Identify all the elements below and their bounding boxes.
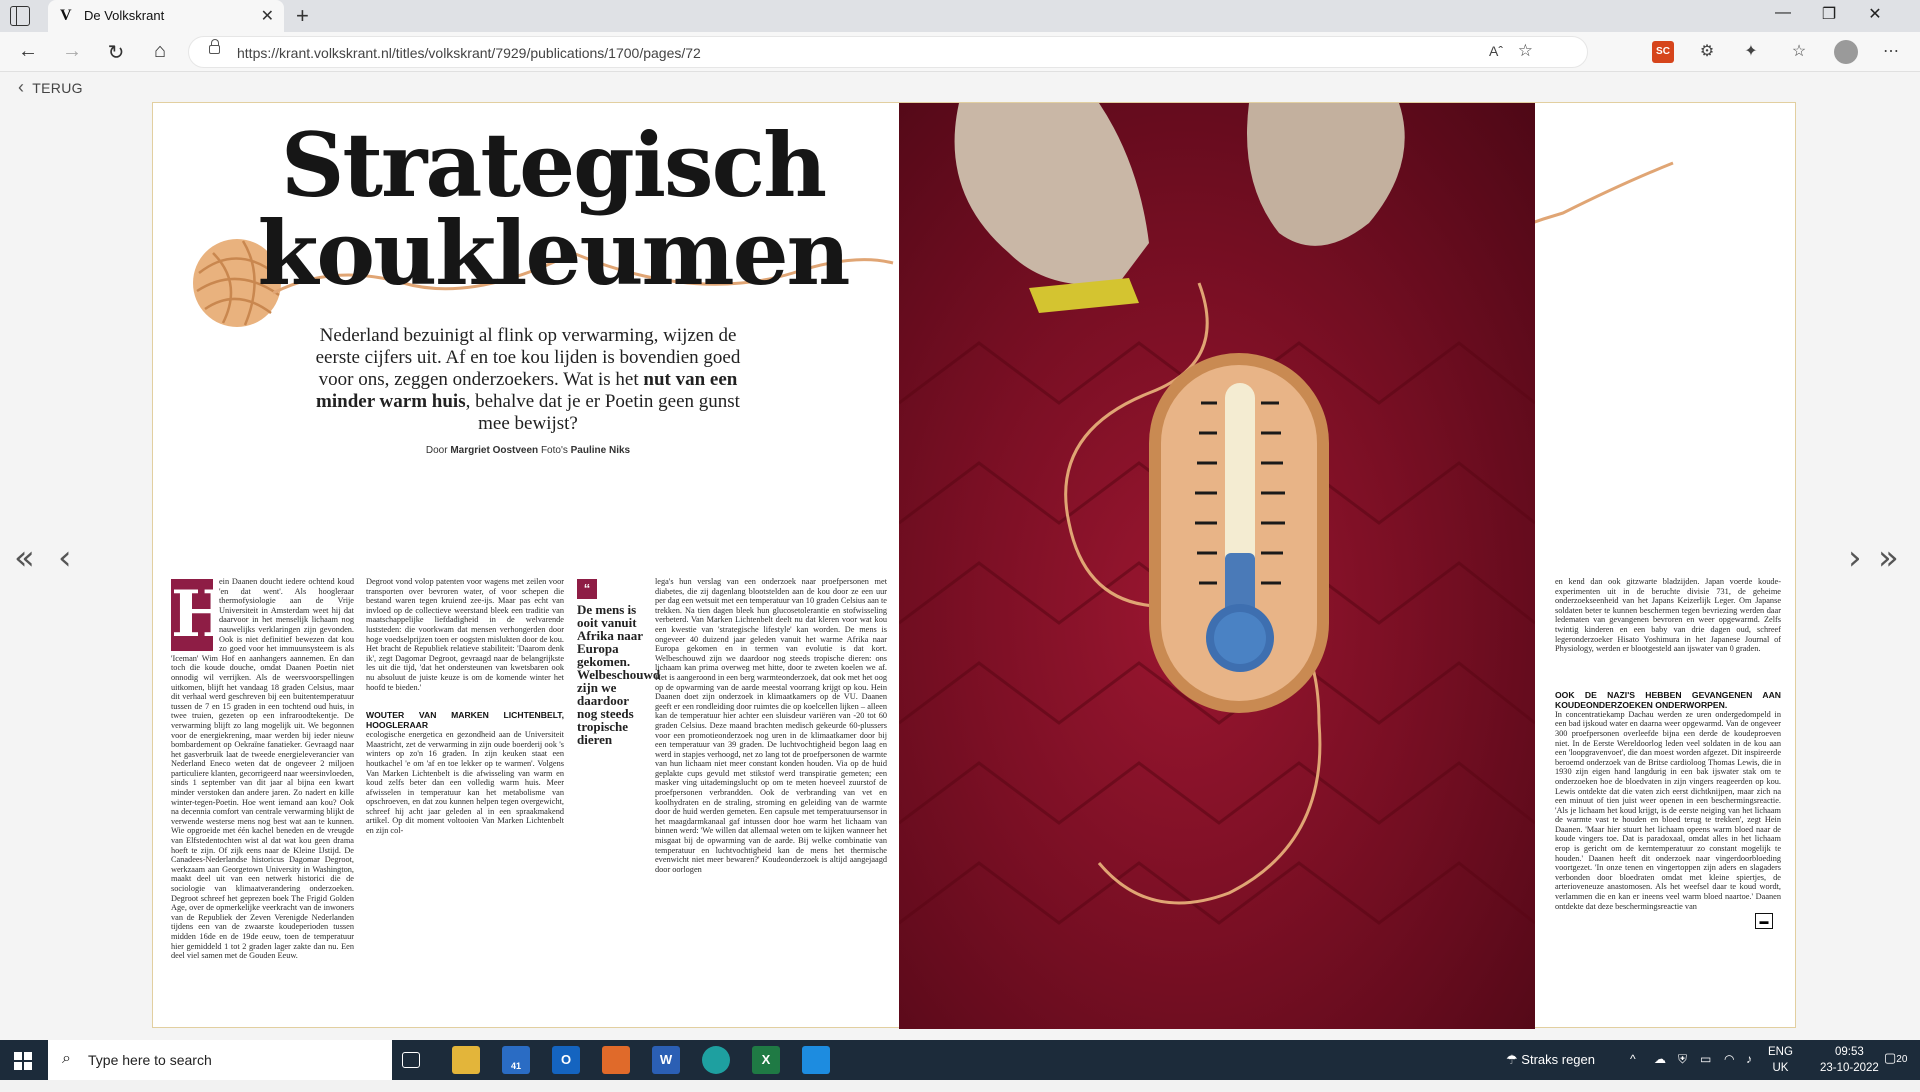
volume-icon[interactable]: ♪ xyxy=(1746,1052,1752,1092)
volkskrant-favicon-icon: V xyxy=(60,7,72,24)
security-icon[interactable]: ⛨ xyxy=(1678,1052,1687,1092)
photographer-name: Pauline Niks xyxy=(570,445,631,456)
tab-title: De Volkskrant xyxy=(84,8,165,23)
favorite-star-icon[interactable]: ☆ xyxy=(1518,41,1533,61)
search-icon: ⌕ xyxy=(62,1050,71,1067)
excel-icon[interactable]: X xyxy=(752,1046,780,1074)
taskbar-search[interactable]: ⌕ Type here to search xyxy=(48,1040,392,1080)
article-column-2: Degroot vond volop patenten voor wagens … xyxy=(366,577,564,1019)
back-arrow-icon[interactable]: ← xyxy=(14,40,42,63)
photo-prefix: Foto's xyxy=(540,445,568,456)
collections-icon[interactable]: ☆ xyxy=(1788,41,1810,63)
edge-icon[interactable] xyxy=(702,1046,730,1074)
first-page-button[interactable]: « xyxy=(14,538,35,578)
taskbar-clock[interactable]: 09:53 23-10-2022 xyxy=(1820,1044,1879,1076)
browser-toolbar: ← → ↻ ⌂ https://krant.volkskrant.nl/titl… xyxy=(0,32,1920,72)
close-window-button[interactable]: ✕ xyxy=(1852,4,1898,24)
mail-badge: 41 xyxy=(510,1061,521,1071)
back-label: TERUG xyxy=(32,80,83,96)
refresh-icon[interactable]: ↻ xyxy=(102,40,130,65)
weather-widget[interactable]: ☂ Straks regen xyxy=(1506,1052,1595,1092)
article-column-4: en kend dan ook gitzwarte bladzijden. Ja… xyxy=(1555,577,1781,1019)
close-tab-icon[interactable]: ✕ xyxy=(261,6,274,26)
read-aloud-icon[interactable]: Aˆ xyxy=(1489,43,1503,59)
article-column-3: lega's hun verslag van een onderzoek naa… xyxy=(655,577,887,1019)
article-photo xyxy=(899,103,1535,1029)
tab-bar: V De Volkskrant ✕ + — ❐ ✕ xyxy=(0,0,1920,32)
column-4-subhead: OOK DE NAZI'S HEBBEN GEVANGENEN AAN KOUD… xyxy=(1555,689,1781,710)
clock-date: 23-10-2022 xyxy=(1820,1062,1879,1074)
column-4-text: en kend dan ook gitzwarte bladzijden. Ja… xyxy=(1555,577,1781,654)
column-2-text-b: ecologische energetica en gezondheid aan… xyxy=(366,730,564,836)
quote-icon: “ xyxy=(577,579,597,599)
pull-quote: De mens is ooit vanuit Afrika naar Europ… xyxy=(577,602,661,747)
article-column-1: H ein Daanen doucht iedere ochtend koud … xyxy=(171,577,354,1019)
onedrive-icon[interactable]: ☁ xyxy=(1654,1052,1666,1092)
tab-actions-icon[interactable] xyxy=(10,6,30,26)
last-page-button[interactable]: » xyxy=(1878,538,1899,578)
task-view-icon[interactable] xyxy=(402,1052,420,1068)
wifi-icon[interactable]: ◠ xyxy=(1724,1052,1734,1092)
previous-page-button[interactable]: ‹ xyxy=(58,538,72,578)
file-explorer-icon[interactable] xyxy=(452,1046,480,1074)
language-indicator[interactable]: ENG UK xyxy=(1768,1044,1793,1076)
headline-line-1: Strategisch xyxy=(280,113,827,217)
column-2-text: Degroot vond volop patenten voor wagens … xyxy=(366,577,564,692)
notification-count: 20 xyxy=(1896,1054,1908,1065)
column-3-text: lega's hun verslag van een onderzoek naa… xyxy=(655,577,887,874)
search-placeholder: Type here to search xyxy=(88,1052,212,1068)
back-link[interactable]: ‹ TERUG xyxy=(18,77,83,98)
newspaper-spread: Strategisch koukleumen Nederland bezuini… xyxy=(152,102,1796,1029)
address-bar[interactable]: https://krant.volkskrant.nl/titles/volks… xyxy=(188,36,1588,68)
url-text[interactable]: https://krant.volkskrant.nl/titles/volks… xyxy=(237,45,701,61)
snipping-tool-icon[interactable] xyxy=(602,1046,630,1074)
byline-prefix: Door xyxy=(425,445,448,456)
column-4-text-b: In concentratiekamp Dachau werden ze ure… xyxy=(1555,709,1781,911)
home-icon[interactable]: ⌂ xyxy=(146,40,174,63)
outlook-icon[interactable]: O xyxy=(552,1046,580,1074)
article-intro: Nederland bezuinigt al flink op verwarmi… xyxy=(303,325,753,435)
lock-icon[interactable] xyxy=(209,39,220,54)
article-headline: Strategisch koukleumen xyxy=(233,121,873,297)
windows-start-icon[interactable] xyxy=(14,1052,32,1070)
extension-sc-icon[interactable]: SC xyxy=(1652,41,1674,63)
more-menu-icon[interactable]: ⋯ xyxy=(1880,41,1902,63)
forward-arrow-icon[interactable]: → xyxy=(58,40,86,63)
intro-text-2: , behalve dat je er Poetin geen gunst me… xyxy=(465,391,740,434)
tray-chevron-icon[interactable]: ^ xyxy=(1630,1052,1636,1092)
byline: Door Margriet Oostveen Foto's Pauline Ni… xyxy=(303,445,753,456)
weather-icon: ☂ xyxy=(1506,1052,1522,1067)
restore-button[interactable]: ❐ xyxy=(1806,4,1852,24)
profile-avatar[interactable] xyxy=(1834,40,1858,64)
windows-taskbar: ⌕ Type here to search 41 O W X ☂ Straks … xyxy=(0,1040,1920,1080)
word-icon[interactable]: W xyxy=(652,1046,680,1074)
clock-time: 09:53 xyxy=(1835,1046,1864,1058)
crocheted-thermometer-photo xyxy=(899,103,1535,925)
mail-icon[interactable]: 41 xyxy=(502,1046,530,1074)
new-tab-button[interactable]: + xyxy=(296,3,309,29)
column-2-subhead: WOUTER VAN MARKEN LICHTENBELT, HOOGLERAA… xyxy=(366,710,564,731)
weather-text: Straks regen xyxy=(1521,1052,1595,1067)
headline-line-2: koukleumen xyxy=(257,201,850,305)
extension-gear-icon[interactable]: ⚙ xyxy=(1696,41,1718,63)
end-of-article-icon: ▬ xyxy=(1755,913,1773,929)
keyboard-layout: UK xyxy=(1772,1062,1789,1074)
next-page-button[interactable]: › xyxy=(1848,538,1862,578)
chevron-left-icon: ‹ xyxy=(18,77,25,97)
extensions-puzzle-icon[interactable]: ✦ xyxy=(1740,41,1762,63)
notifications-icon[interactable]: ▢20 xyxy=(1884,1050,1907,1066)
battery-icon[interactable]: ▭ xyxy=(1700,1052,1711,1092)
store-icon[interactable] xyxy=(802,1046,830,1074)
language-code: ENG xyxy=(1768,1046,1793,1058)
minimize-button[interactable]: — xyxy=(1760,4,1806,22)
dropcap: H xyxy=(171,577,232,652)
tab-volkskrant[interactable]: V De Volkskrant ✕ xyxy=(48,0,284,32)
author-name: Margriet Oostveen xyxy=(450,445,539,456)
